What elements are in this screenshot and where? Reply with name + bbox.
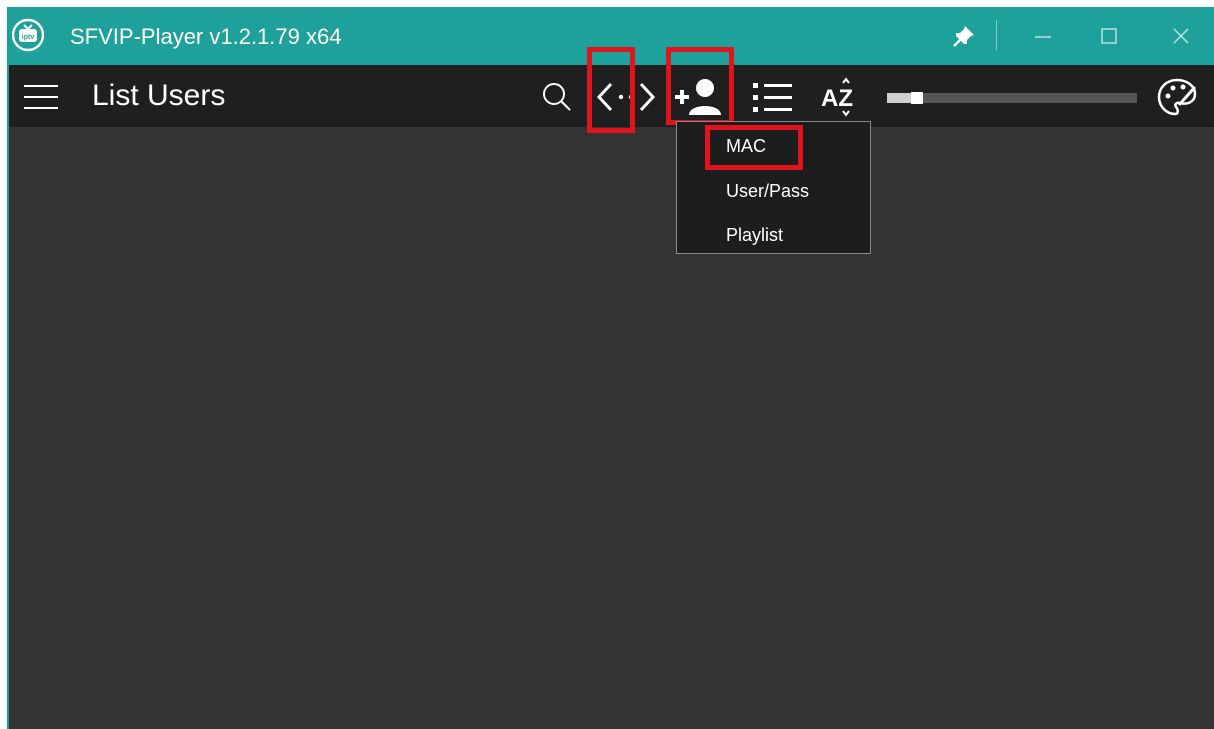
- maximize-icon[interactable]: [1095, 23, 1123, 49]
- title-bar-separator: [996, 20, 997, 50]
- window-title: SFVIP-Player v1.2.1.79 x64: [70, 24, 342, 49]
- page-title: List Users: [92, 79, 226, 112]
- code-icon[interactable]: [595, 75, 657, 119]
- toolbar: List Users AZ: [9, 65, 1214, 127]
- minimize-icon[interactable]: [1029, 23, 1057, 49]
- sort-az-label: AZ: [821, 85, 853, 112]
- palette-icon[interactable]: [1155, 75, 1199, 119]
- list-icon[interactable]: [750, 75, 794, 119]
- app-window: iptv SFVIP-Player v1.2.1.79 x64 List Use…: [7, 7, 1214, 729]
- app-logo-icon: iptv: [11, 18, 45, 52]
- slider-thumb[interactable]: [911, 92, 923, 104]
- sort-az-icon[interactable]: AZ: [815, 75, 861, 119]
- hamburger-menu-icon[interactable]: [22, 80, 60, 114]
- search-icon[interactable]: [537, 75, 577, 119]
- title-bar[interactable]: iptv SFVIP-Player v1.2.1.79 x64: [9, 7, 1214, 65]
- app-logo-text: iptv: [22, 34, 35, 41]
- user-list-area: [9, 127, 1214, 729]
- add-user-icon[interactable]: [673, 75, 725, 119]
- menu-item-mac[interactable]: MAC: [726, 135, 766, 157]
- menu-item-playlist[interactable]: Playlist: [726, 224, 783, 246]
- menu-item-user-pass[interactable]: User/Pass: [726, 180, 809, 202]
- pin-icon[interactable]: [951, 23, 977, 49]
- zoom-slider[interactable]: [887, 92, 1137, 104]
- add-user-dropdown: MAC User/Pass Playlist: [676, 121, 871, 254]
- close-icon[interactable]: [1167, 23, 1195, 49]
